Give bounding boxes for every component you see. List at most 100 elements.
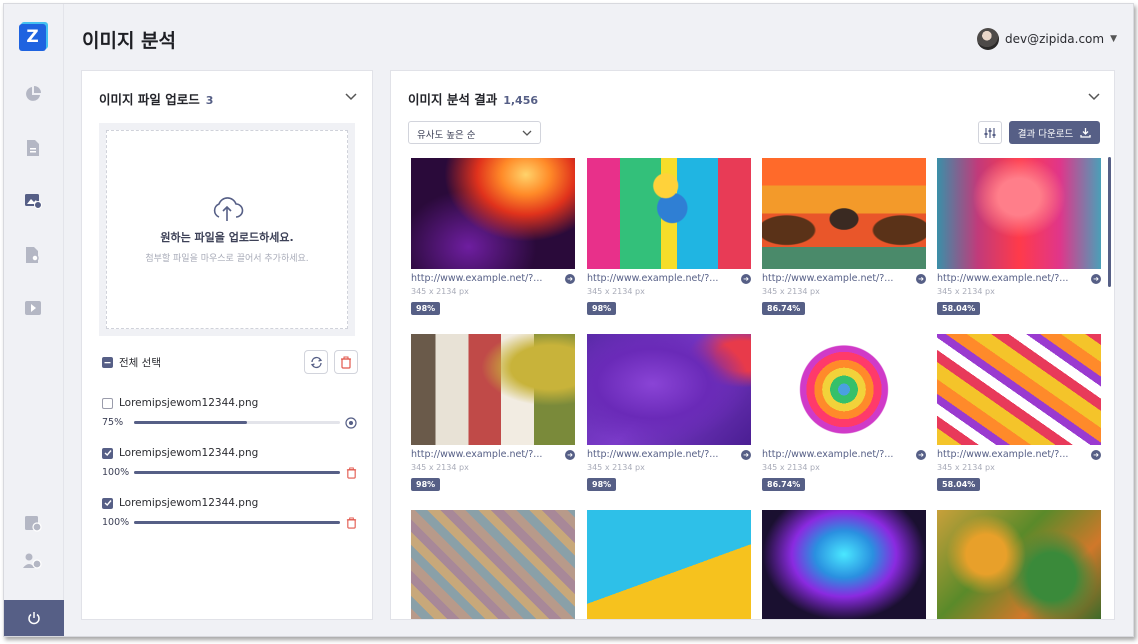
- result-thumbnail[interactable]: [587, 510, 751, 619]
- chevron-down-icon: ▼: [1110, 34, 1117, 44]
- similarity-badge: 98%: [411, 302, 441, 315]
- cancel-upload-icon[interactable]: [344, 416, 358, 430]
- result-url[interactable]: http://www.example.net/?...: [937, 449, 1068, 460]
- progress-percent: 75%: [102, 417, 124, 428]
- result-card[interactable]: http://www.example.net/?... ➜ 345 x 2134 …: [937, 334, 1101, 491]
- result-card[interactable]: http://www.example.net/?... ➜ 345 x 2134 …: [587, 158, 751, 315]
- result-card[interactable]: http://www.example.net/?... ➜ 345 x 2134 …: [411, 158, 575, 315]
- results-panel: 이미지 분석 결과 1,456 유사도 높은 순 결과 다운로드 http://w…: [390, 70, 1115, 620]
- checkbox-partial-icon: [102, 357, 113, 368]
- trash-icon[interactable]: [344, 466, 358, 480]
- upload-panel-title: 이미지 파일 업로드 3: [99, 92, 214, 107]
- similarity-badge: 98%: [587, 478, 617, 491]
- arrow-right-icon[interactable]: ➜: [565, 449, 575, 460]
- file-item: Loremipsjewom12344.png 100%: [102, 447, 358, 480]
- result-url[interactable]: http://www.example.net/?...: [587, 273, 718, 284]
- result-url[interactable]: http://www.example.net/?...: [411, 273, 542, 284]
- result-card[interactable]: http://www.example.net/?... ➜ 345 x 2134 …: [762, 334, 926, 491]
- power-icon: [28, 612, 40, 625]
- similarity-badge: 58.04%: [937, 302, 981, 315]
- file-dropzone[interactable]: 원하는 파일을 업로드하세요. 첨부할 파일을 마우스로 끌어서 추가하세요.: [99, 123, 355, 336]
- users-settings-icon[interactable]: [22, 550, 44, 572]
- image-analysis-icon[interactable]: [22, 190, 44, 212]
- similarity-badge: 86.74%: [762, 302, 806, 315]
- file-checkbox[interactable]: [102, 397, 113, 409]
- file-item: Loremipsjewom12344.png 75%: [102, 397, 358, 430]
- filter-button[interactable]: [978, 121, 1002, 144]
- similarity-badge: 58.04%: [937, 478, 981, 491]
- video-icon[interactable]: [22, 297, 44, 319]
- power-button[interactable]: [4, 600, 64, 636]
- refresh-button[interactable]: [304, 350, 328, 374]
- download-results-button[interactable]: 결과 다운로드: [1009, 121, 1100, 144]
- download-icon: [1080, 128, 1091, 138]
- result-card[interactable]: http://www.example.net/?... ➜ 345 x 2134 …: [411, 334, 575, 491]
- result-thumbnail[interactable]: [411, 510, 575, 619]
- chevron-down-icon: [522, 130, 532, 136]
- image-size: 345 x 2134 px: [762, 463, 820, 472]
- result-url[interactable]: http://www.example.net/?...: [762, 449, 893, 460]
- result-thumbnail[interactable]: [762, 334, 926, 445]
- result-thumbnail[interactable]: [411, 158, 575, 269]
- arrow-right-icon[interactable]: ➜: [1091, 449, 1101, 460]
- result-thumbnail[interactable]: [937, 334, 1101, 445]
- image-size: 345 x 2134 px: [587, 287, 645, 296]
- similarity-badge: 86.74%: [762, 478, 806, 491]
- chevron-down-icon[interactable]: [344, 89, 358, 103]
- chevron-down-icon[interactable]: [1087, 89, 1101, 103]
- image-size: 345 x 2134 px: [411, 287, 469, 296]
- result-thumbnail[interactable]: [762, 158, 926, 269]
- file-checkbox[interactable]: [102, 497, 113, 509]
- result-card[interactable]: [937, 510, 1101, 619]
- page-title: 이미지 분석: [82, 30, 177, 52]
- dropzone-subtitle: 첨부할 파일을 마우스로 끌어서 추가하세요.: [145, 254, 309, 264]
- avatar: [976, 28, 999, 50]
- logo[interactable]: Z: [19, 24, 46, 51]
- user-email: dev@zipida.com: [1004, 32, 1105, 46]
- file-item: Loremipsjewom12344.png 100%: [102, 497, 358, 530]
- progress-percent: 100%: [102, 467, 130, 478]
- results-panel-title: 이미지 분석 결과 1,456: [408, 92, 539, 107]
- result-thumbnail[interactable]: [937, 158, 1101, 269]
- sidebar: Z: [4, 4, 64, 636]
- image-size: 345 x 2134 px: [762, 287, 820, 296]
- arrow-right-icon[interactable]: ➜: [916, 273, 926, 284]
- result-thumbnail[interactable]: [762, 510, 926, 619]
- arrow-right-icon[interactable]: ➜: [741, 449, 751, 460]
- arrow-right-icon[interactable]: ➜: [1091, 273, 1101, 284]
- result-url[interactable]: http://www.example.net/?...: [587, 449, 718, 460]
- result-thumbnail[interactable]: [937, 510, 1101, 619]
- file-name: Loremipsjewom12344.png: [119, 497, 259, 509]
- image-size: 345 x 2134 px: [937, 287, 995, 296]
- settings-doc-icon[interactable]: [22, 512, 44, 534]
- result-url[interactable]: http://www.example.net/?...: [411, 449, 542, 460]
- trash-icon[interactable]: [344, 516, 358, 530]
- cloud-upload-icon: [213, 197, 244, 221]
- document-icon[interactable]: [22, 137, 44, 159]
- sort-select[interactable]: 유사도 높은 순: [408, 121, 541, 144]
- scrollbar[interactable]: [1108, 157, 1111, 287]
- result-thumbnail[interactable]: [587, 158, 751, 269]
- file-search-icon[interactable]: [22, 244, 44, 266]
- result-card[interactable]: http://www.example.net/?... ➜ 345 x 2134 …: [587, 334, 751, 491]
- result-card[interactable]: [411, 510, 575, 619]
- user-menu[interactable]: dev@zipida.com ▼: [976, 28, 1117, 50]
- result-card[interactable]: [762, 510, 926, 619]
- result-url[interactable]: http://www.example.net/?...: [937, 273, 1068, 284]
- progress-percent: 100%: [102, 517, 130, 528]
- arrow-right-icon[interactable]: ➜: [916, 449, 926, 460]
- delete-all-button[interactable]: [334, 350, 358, 374]
- file-name: Loremipsjewom12344.png: [119, 447, 259, 459]
- result-card[interactable]: [587, 510, 751, 619]
- pie-chart-icon[interactable]: [22, 83, 44, 105]
- result-thumbnail[interactable]: [411, 334, 575, 445]
- upload-panel: 이미지 파일 업로드 3 원하는 파일을 업로드하세요. 첨부할 파일을 마우스로…: [81, 70, 373, 620]
- result-thumbnail[interactable]: [587, 334, 751, 445]
- result-url[interactable]: http://www.example.net/?...: [762, 273, 893, 284]
- select-all-checkbox[interactable]: 전체 선택: [102, 355, 161, 370]
- result-card[interactable]: http://www.example.net/?... ➜ 345 x 2134 …: [762, 158, 926, 315]
- arrow-right-icon[interactable]: ➜: [741, 273, 751, 284]
- result-card[interactable]: http://www.example.net/?... ➜ 345 x 2134 …: [937, 158, 1101, 315]
- arrow-right-icon[interactable]: ➜: [565, 273, 575, 284]
- file-checkbox[interactable]: [102, 447, 113, 459]
